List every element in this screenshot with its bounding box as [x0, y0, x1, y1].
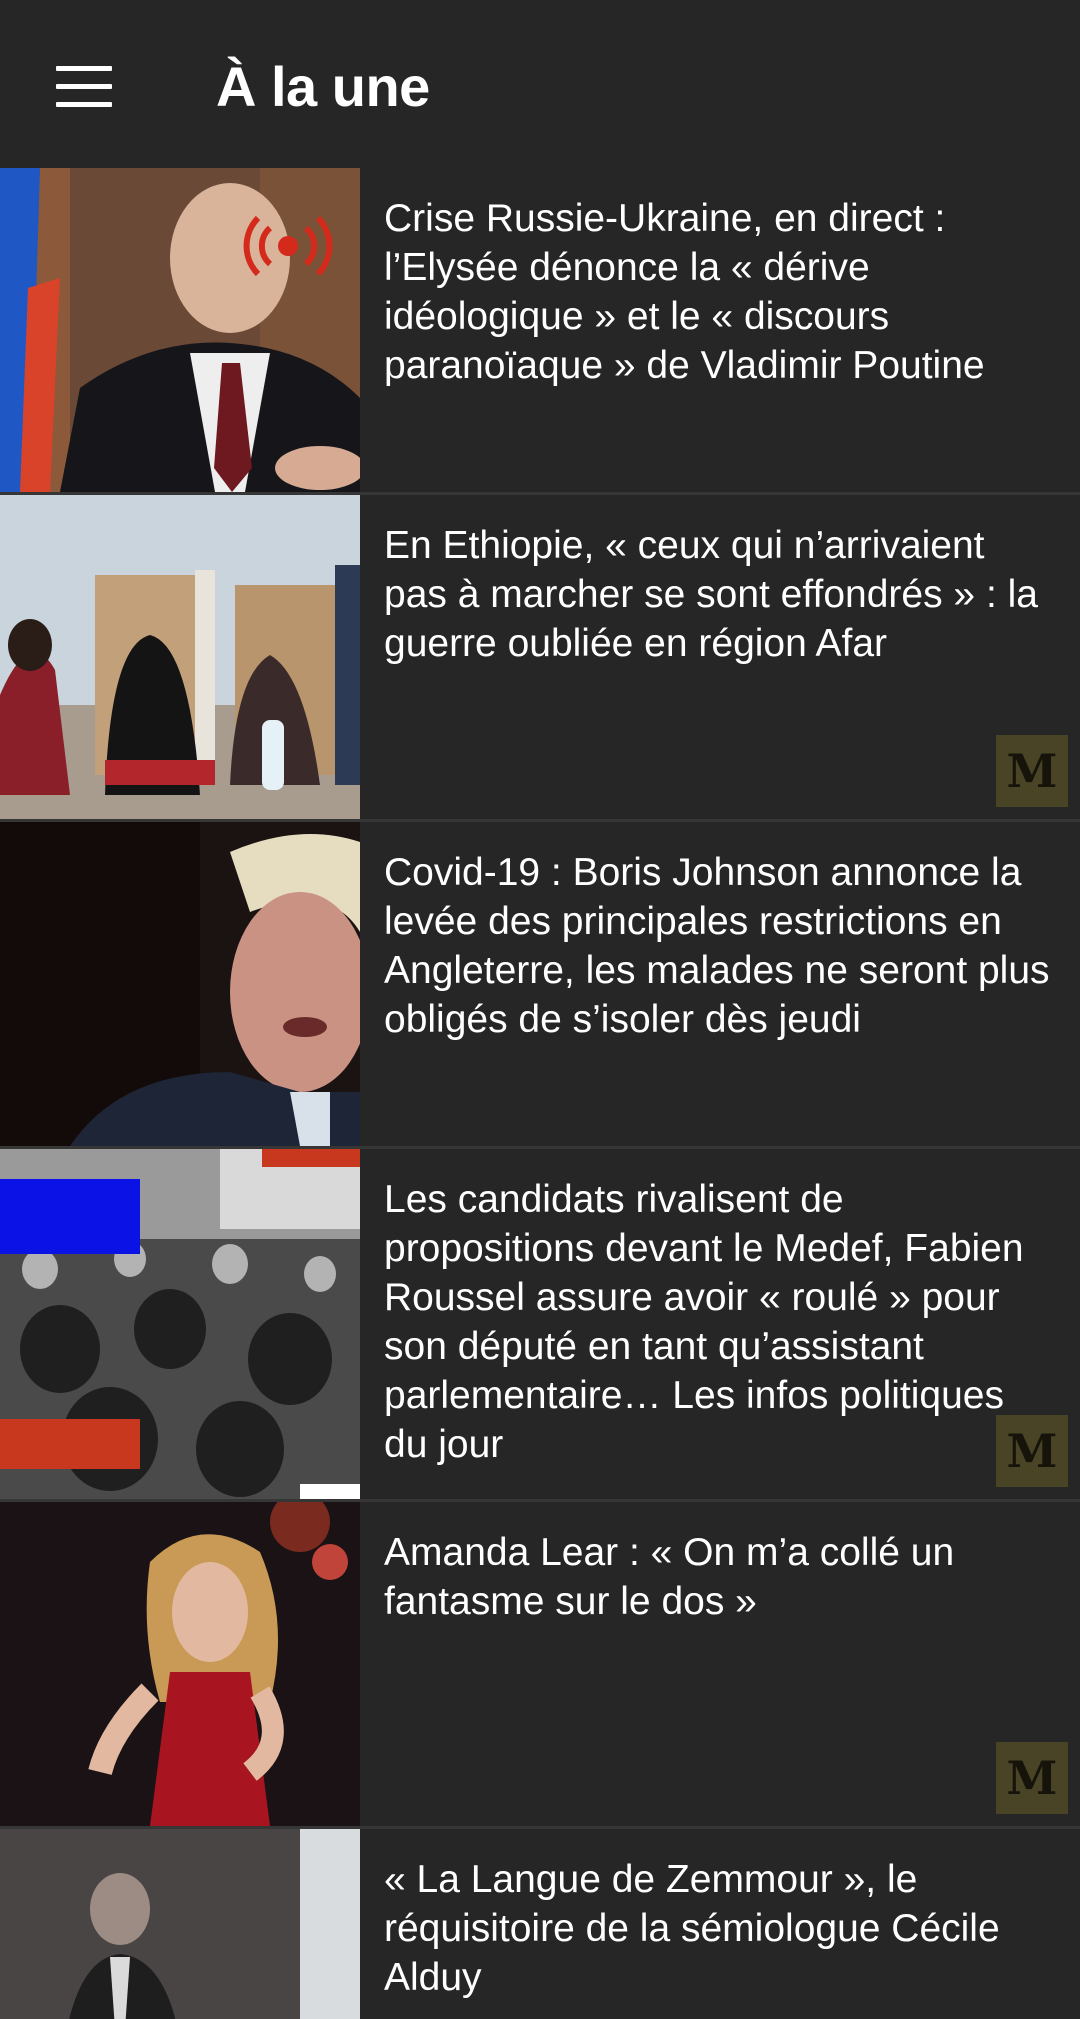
article-card[interactable]: Crise Russie-Ukraine, en direct : l’Elys…	[0, 168, 1080, 495]
le-monde-logo-icon: M	[996, 735, 1068, 807]
article-headline: En Ethiopie, « ceux qui n’arrivaient pas…	[384, 524, 1038, 665]
le-monde-logo-icon: M	[996, 1742, 1068, 1814]
article-card[interactable]: Amanda Lear : « On m’a collé un fantasme…	[0, 1502, 1080, 1829]
article-thumbnail	[0, 1829, 360, 2019]
article-headline: Crise Russie-Ukraine, en direct : l’Elys…	[384, 197, 985, 387]
article-card[interactable]: Les candidats rivalisent de propositions…	[0, 1149, 1080, 1502]
live-broadcast-icon	[243, 215, 333, 277]
article-headline: Les candidats rivalisent de propositions…	[384, 1178, 1024, 1466]
article-thumbnail	[0, 495, 360, 819]
article-card[interactable]: « La Langue de Zemmour », le réquisitoir…	[0, 1829, 1080, 2019]
article-thumbnail	[0, 1502, 360, 1826]
article-thumbnail	[0, 822, 360, 1146]
le-monde-logo-icon: M	[996, 1415, 1068, 1487]
article-card[interactable]: En Ethiopie, « ceux qui n’arrivaient pas…	[0, 495, 1080, 822]
page-title: À la une	[216, 55, 430, 118]
article-feed: Crise Russie-Ukraine, en direct : l’Elys…	[0, 168, 1080, 2019]
article-headline: Covid-19 : Boris Johnson annonce la levé…	[384, 851, 1050, 1041]
menu-button[interactable]	[40, 46, 128, 126]
article-card[interactable]: Covid-19 : Boris Johnson annonce la levé…	[0, 822, 1080, 1149]
app-bar: À la une	[0, 0, 1080, 168]
hamburger-menu-icon	[56, 66, 112, 107]
article-thumbnail	[0, 1149, 360, 1499]
article-headline: « La Langue de Zemmour », le réquisitoir…	[384, 1858, 1000, 1999]
article-headline: Amanda Lear : « On m’a collé un fantasme…	[384, 1531, 955, 1623]
